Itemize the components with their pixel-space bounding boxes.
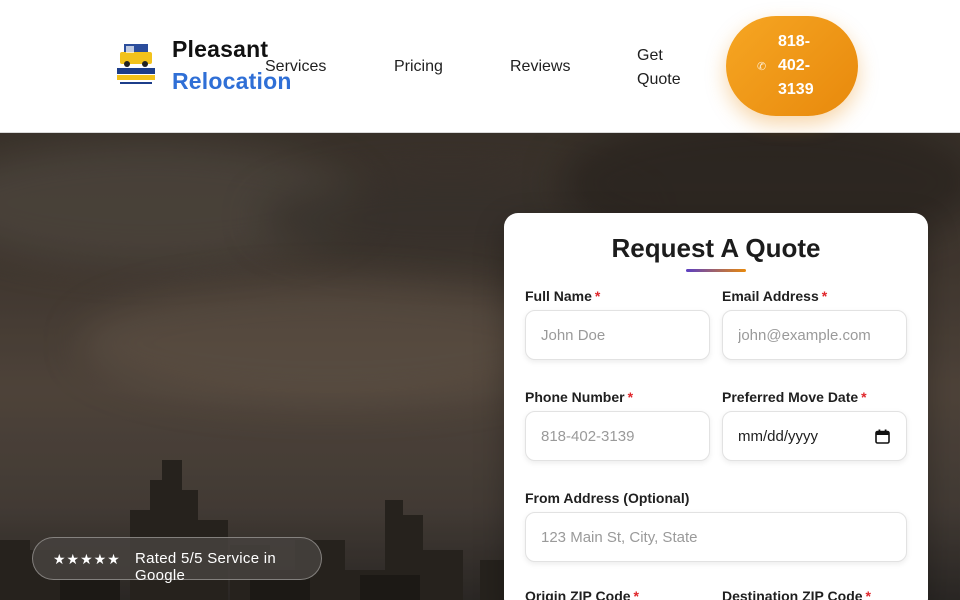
required-mark: * [594, 288, 601, 304]
date-value: mm/dd/yyyy [738, 428, 819, 445]
required-mark: * [865, 588, 871, 600]
company-logo[interactable] [114, 42, 158, 88]
form-title: Request A Quote [611, 233, 821, 263]
destination-zip-label: Destination ZIP Code * [722, 588, 871, 600]
required-mark: * [633, 588, 639, 600]
phone-input[interactable] [525, 411, 710, 461]
quote-form-card: Request A Quote Full Name* Email Address… [504, 213, 928, 600]
required-mark: * [861, 389, 867, 405]
google-rating-badge[interactable]: ★★★★★ Rated 5/5 Service in Google [32, 537, 322, 584]
phone-icon: ✆ [757, 61, 767, 73]
calendar-icon[interactable] [875, 429, 890, 444]
star-rating-icon: ★★★★★ [53, 551, 121, 567]
origin-zip-label: Origin ZIP Code * [525, 588, 639, 600]
rating-text: Rated 5/5 Service in Google [135, 550, 277, 584]
from-address-input[interactable] [525, 512, 907, 562]
email-label: Email Address * [722, 288, 828, 304]
title-underline [686, 269, 746, 272]
phone-number: 818-402-3139 [778, 33, 814, 98]
nav-services[interactable]: Services [265, 58, 326, 76]
move-date-label: Preferred Move Date * [722, 389, 867, 405]
from-address-label: From Address (Optional) [525, 490, 690, 506]
phone-label: Phone Number * [525, 389, 634, 405]
nav-get-quote[interactable]: Get Quote [637, 44, 697, 92]
required-mark: * [821, 288, 828, 304]
brand-name[interactable]: Pleasant [172, 36, 268, 63]
full-name-label: Full Name * [525, 288, 601, 304]
email-input[interactable] [722, 310, 907, 360]
required-mark: * [627, 389, 634, 405]
move-date-input[interactable]: mm/dd/yyyy [722, 411, 907, 461]
nav-reviews[interactable]: Reviews [510, 58, 570, 76]
call-phone-button[interactable]: ✆ 818-402-3139 [726, 16, 858, 116]
full-name-input[interactable] [525, 310, 710, 360]
nav-pricing[interactable]: Pricing [394, 58, 443, 76]
site-header: Pleasant Relocation Services Pricing Rev… [0, 0, 960, 133]
